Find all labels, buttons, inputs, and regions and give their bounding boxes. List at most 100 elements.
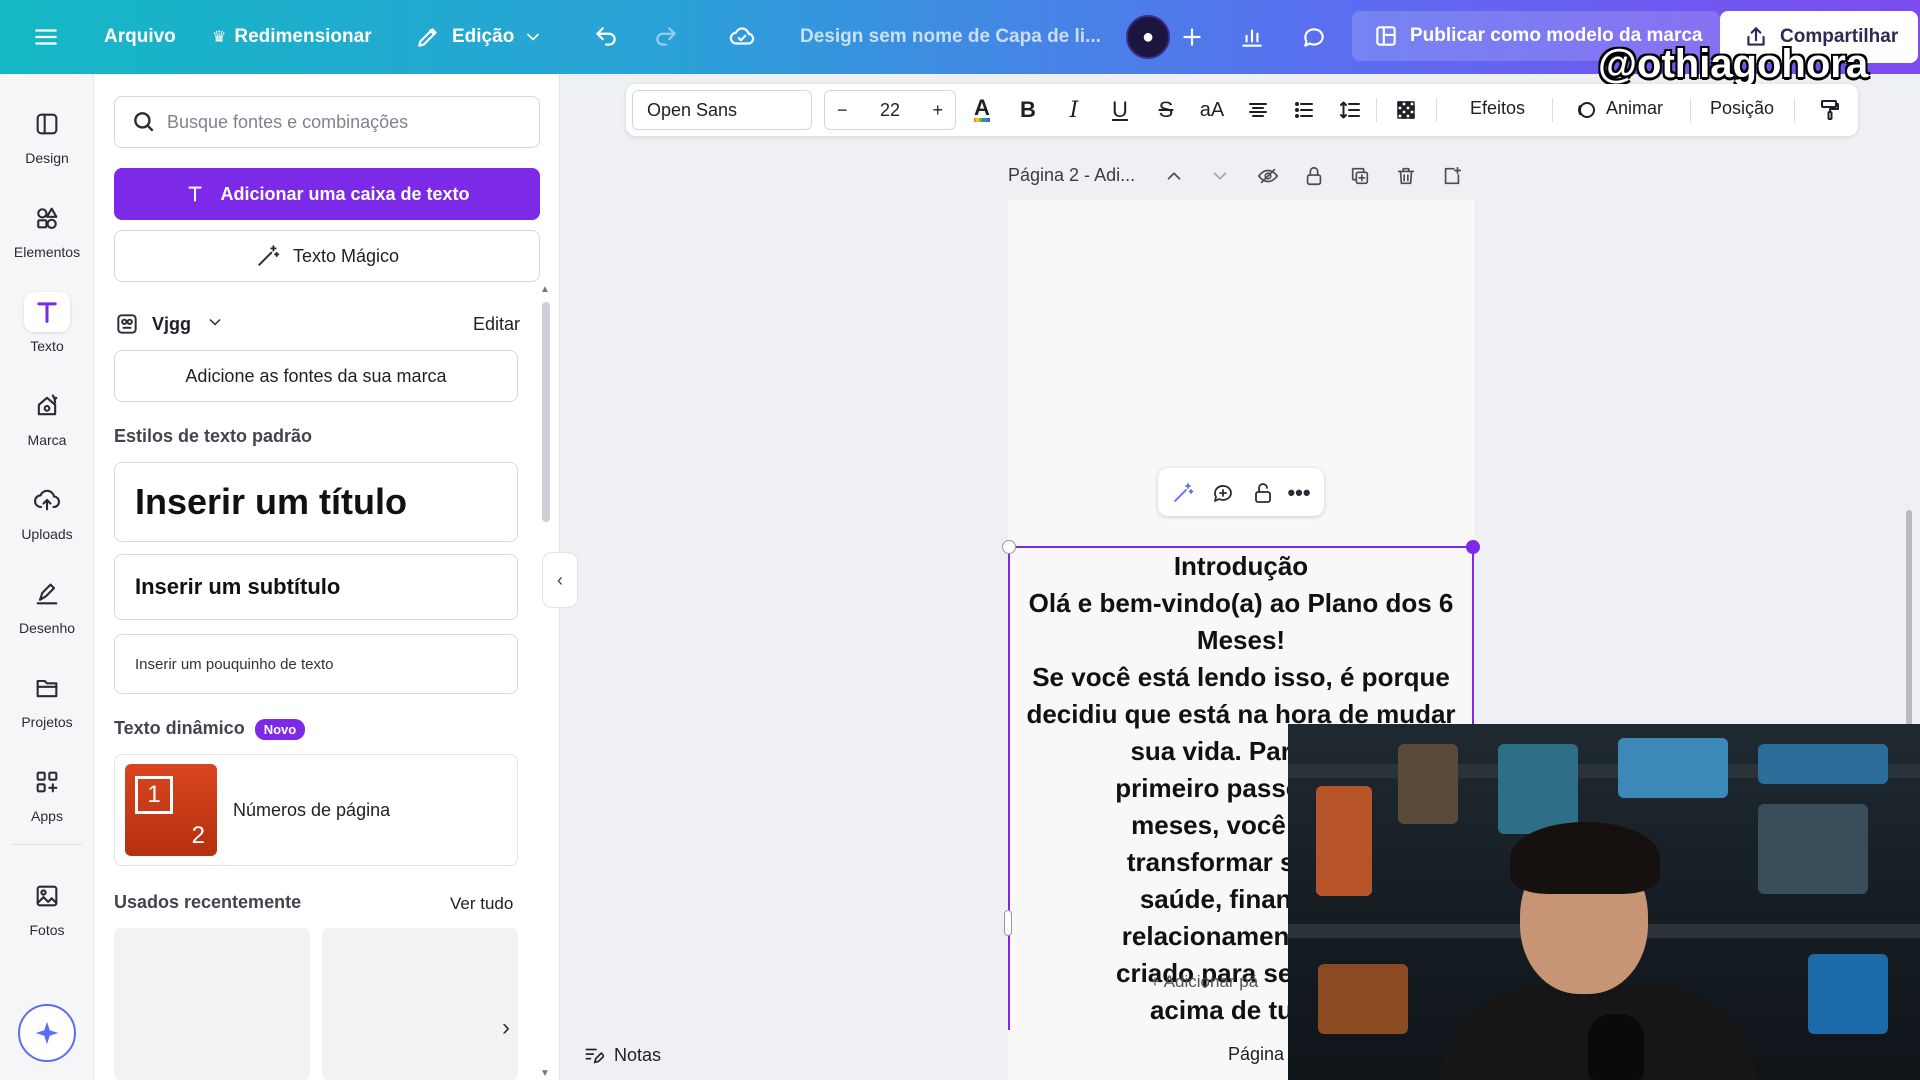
text-color-button[interactable]: A [966, 94, 998, 126]
element-context-toolbar: ••• [1158, 468, 1324, 516]
decrease-size-button[interactable]: − [837, 100, 848, 121]
channel-watermark: @othiagohora [1598, 42, 1869, 86]
chevron-right-icon[interactable]: › [502, 1014, 510, 1042]
animate-icon[interactable] [1570, 94, 1602, 126]
body-style-card[interactable]: Inserir um pouquinho de texto [114, 634, 518, 694]
add-page-button[interactable] [1438, 162, 1466, 190]
recent-font-thumbnail[interactable] [322, 928, 518, 1080]
see-all-link[interactable]: Ver tudo [450, 894, 513, 914]
increase-size-button[interactable]: + [932, 100, 943, 121]
font-size-value[interactable]: 22 [880, 100, 900, 121]
crown-icon: ♛ [212, 29, 227, 46]
rail-item-brand[interactable]: Marca [0, 386, 94, 448]
animate-button[interactable]: Animar [1606, 98, 1663, 119]
lock-page-button[interactable] [1300, 162, 1328, 190]
webcam-microphone [1588, 1014, 1644, 1080]
undo-button[interactable] [590, 0, 622, 74]
add-page-icon [1444, 166, 1462, 185]
search-icon [131, 109, 157, 135]
magic-edit-button[interactable] [1170, 480, 1196, 506]
page-indicator[interactable]: Página [1228, 1044, 1284, 1065]
rail-divider [12, 844, 82, 845]
user-avatar-button[interactable]: ● [1126, 0, 1170, 74]
letter-case-button[interactable]: aA [1196, 94, 1228, 126]
insights-button[interactable] [1236, 0, 1268, 74]
rail-item-photos[interactable]: Fotos [0, 876, 94, 938]
main-menu-button[interactable] [30, 0, 62, 74]
font-search-input[interactable]: Busque fontes e combinações [114, 96, 540, 148]
page-number-two: 2 [191, 822, 205, 849]
scrollbar-thumb[interactable] [542, 302, 550, 522]
bold-button[interactable]: B [1012, 94, 1044, 126]
left-rail: Design Elementos Texto Marca Uploads Des… [0, 74, 94, 1080]
resize-button[interactable]: ♛ Redimensionar [212, 0, 372, 74]
more-options-icon[interactable]: ••• [1286, 480, 1312, 506]
scroll-up-arrow-icon[interactable]: ▲ [540, 284, 550, 295]
lock-icon [1306, 166, 1322, 186]
scroll-down-arrow-icon[interactable]: ▼ [540, 1068, 550, 1079]
resize-handle-left[interactable] [1004, 910, 1012, 936]
comments-button[interactable] [1298, 0, 1330, 74]
rail-item-draw[interactable]: Desenho [0, 574, 94, 636]
copy-style-button[interactable] [1814, 94, 1846, 126]
font-size-stepper[interactable]: − 22 + [824, 90, 956, 130]
add-brand-fonts-button[interactable]: Adicione as fontes da sua marca [114, 350, 518, 402]
document-title[interactable]: Design sem nome de Capa de li... [800, 0, 1101, 74]
rail-item-design[interactable]: Design [0, 104, 94, 166]
delete-page-button[interactable] [1392, 162, 1420, 190]
body-sample: Inserir um pouquinho de texto [135, 655, 334, 673]
edit-mode-button[interactable]: Edição [412, 0, 544, 74]
cloud-upload-icon [24, 480, 70, 520]
align-button[interactable] [1242, 94, 1274, 126]
redo-button[interactable] [650, 0, 682, 74]
underline-button[interactable]: U [1104, 94, 1136, 126]
resize-handle-top-right[interactable] [1466, 540, 1480, 554]
notes-button[interactable]: Notas [582, 1044, 661, 1066]
heading-style-card[interactable]: Inserir um título [114, 462, 518, 542]
rail-item-uploads[interactable]: Uploads [0, 480, 94, 542]
bold-icon: B [1020, 97, 1036, 122]
cloud-save-status[interactable] [726, 0, 758, 74]
rail-item-label: Apps [31, 808, 63, 824]
chevron-down-icon[interactable] [205, 312, 225, 337]
page-numbers-card[interactable]: 1 2 Números de página [114, 754, 518, 866]
page-up-button[interactable] [1160, 162, 1188, 190]
resize-handle-top-left[interactable] [1002, 540, 1016, 554]
recent-font-thumbnail[interactable] [114, 928, 310, 1080]
add-textbox-button[interactable]: Adicionar uma caixa de texto [114, 168, 540, 220]
rail-item-text[interactable]: Texto [0, 292, 94, 354]
add-page-ghost-label[interactable]: + Adicionar pá [1150, 972, 1258, 992]
panel-scrollbar[interactable]: ▲ ▼ [540, 284, 550, 1080]
duplicate-page-button[interactable] [1346, 162, 1374, 190]
transparency-button[interactable] [1390, 94, 1422, 126]
rail-item-elements[interactable]: Elementos [0, 198, 94, 260]
hide-page-button[interactable] [1254, 162, 1282, 190]
font-family-select[interactable]: Open Sans [632, 90, 812, 130]
list-button[interactable] [1288, 94, 1320, 126]
document-title-text: Design sem nome de Capa de li... [800, 26, 1101, 47]
subheading-style-card[interactable]: Inserir um subtítulo [114, 554, 518, 620]
brand-edit-link[interactable]: Editar [473, 314, 520, 335]
page-title[interactable]: Página 2 - Adi... [1008, 160, 1135, 190]
lock-element-button[interactable] [1250, 480, 1276, 506]
effects-button[interactable]: Efeitos [1470, 98, 1525, 119]
magic-assistant-button[interactable] [18, 1004, 76, 1062]
add-collaborator-button[interactable] [1176, 0, 1208, 74]
brand-kit-name[interactable]: Vjgg [152, 314, 191, 335]
toolbar-divider [1794, 98, 1795, 122]
spacing-button[interactable] [1334, 94, 1366, 126]
canvas-scrollbar-thumb[interactable] [1906, 510, 1912, 730]
add-comment-button[interactable] [1210, 480, 1236, 506]
toolbar-divider [1436, 98, 1437, 122]
italic-button[interactable]: I [1058, 94, 1090, 126]
position-button[interactable]: Posição [1710, 98, 1774, 119]
add-textbox-label: Adicionar uma caixa de texto [220, 183, 470, 204]
rail-item-projects[interactable]: Projetos [0, 668, 94, 730]
strikethrough-button[interactable]: S [1150, 94, 1182, 126]
magic-write-button[interactable]: Texto Mágico [114, 230, 540, 282]
rail-item-apps[interactable]: Apps [0, 762, 94, 824]
notes-label: Notas [614, 1044, 662, 1065]
file-menu-button[interactable]: Arquivo [104, 0, 176, 74]
page-down-button[interactable] [1206, 162, 1234, 190]
collapse-panel-button[interactable]: ‹ [542, 552, 578, 608]
